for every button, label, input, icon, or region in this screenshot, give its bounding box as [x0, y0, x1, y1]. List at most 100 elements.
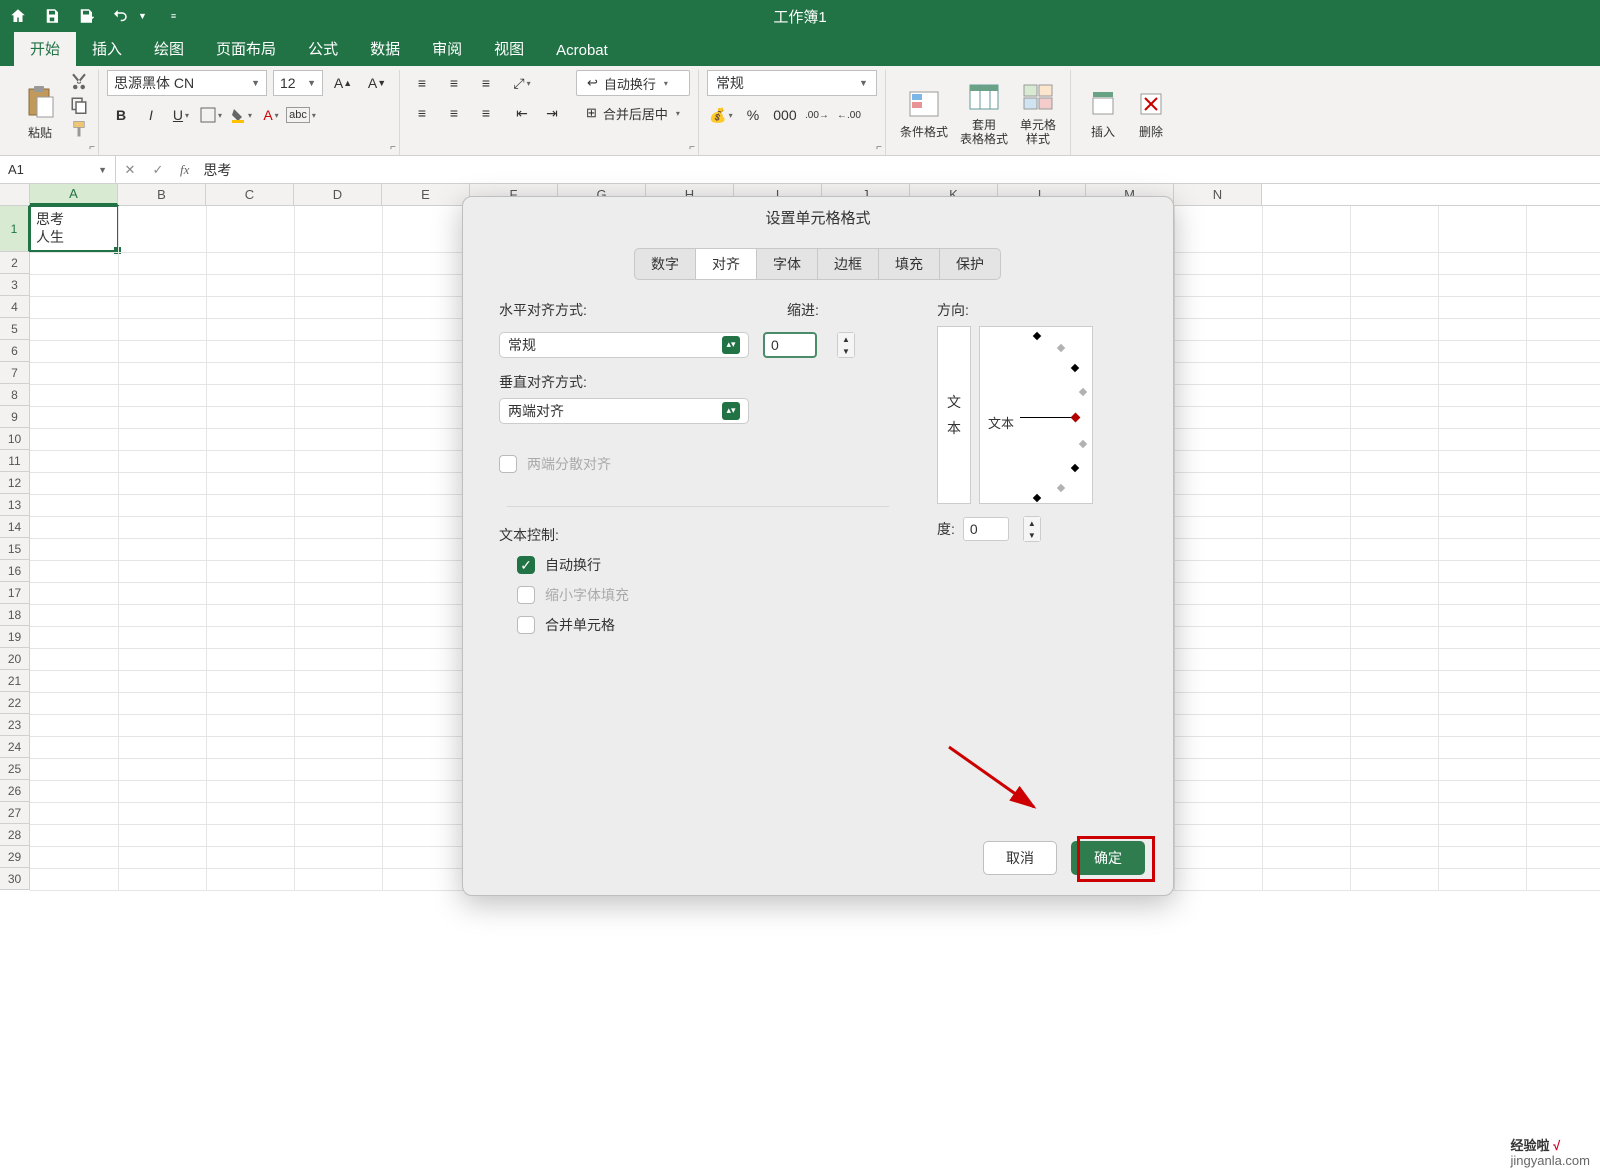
cut-icon[interactable] — [68, 70, 90, 92]
copy-icon[interactable] — [68, 94, 90, 116]
save-as-icon[interactable] — [76, 6, 96, 26]
row-header[interactable]: 30 — [0, 868, 30, 890]
increase-font-icon[interactable]: A▲ — [329, 70, 357, 96]
row-header[interactable]: 1 — [0, 206, 30, 252]
row-header[interactable]: 9 — [0, 406, 30, 428]
dlg-tab-border[interactable]: 边框 — [817, 248, 879, 280]
align-center-icon[interactable]: ≡ — [440, 100, 468, 126]
insert-cells-button[interactable]: 插入 — [1079, 70, 1127, 155]
spin-up-icon[interactable]: ▲ — [1024, 517, 1040, 529]
align-middle-icon[interactable]: ≡ — [440, 70, 468, 96]
column-header[interactable]: C — [206, 184, 294, 205]
format-painter-icon[interactable] — [68, 118, 90, 140]
merge-center-button[interactable]: ⊞合并后居中▾ — [576, 100, 690, 126]
column-header[interactable]: N — [1174, 184, 1262, 205]
dlg-tab-fill[interactable]: 填充 — [878, 248, 940, 280]
h-align-select[interactable]: 常规▴▾ — [499, 332, 749, 358]
row-header[interactable]: 15 — [0, 538, 30, 560]
decrease-indent-icon[interactable]: ⇤ — [508, 100, 536, 126]
phonetic-guide-button[interactable]: abc▾ — [287, 102, 315, 128]
fx-icon[interactable]: fx — [180, 162, 189, 178]
ribbon-tab-data[interactable]: 数据 — [354, 31, 416, 66]
border-button[interactable]: ▾ — [197, 102, 225, 128]
row-header[interactable]: 3 — [0, 274, 30, 296]
dial-indicator-handle[interactable] — [1071, 413, 1081, 423]
table-format-button[interactable]: 套用 表格格式 — [954, 70, 1014, 155]
row-header[interactable]: 11 — [0, 450, 30, 472]
ribbon-tab-draw[interactable]: 绘图 — [138, 31, 200, 66]
spin-up-icon[interactable]: ▲ — [838, 333, 854, 345]
alignment-launcher-icon[interactable]: ⌐ — [689, 142, 695, 153]
ribbon-tab-review[interactable]: 审阅 — [416, 31, 478, 66]
row-header[interactable]: 2 — [0, 252, 30, 274]
row-header[interactable]: 19 — [0, 626, 30, 648]
font-size-combo[interactable]: 12▼ — [273, 70, 323, 96]
select-all-corner[interactable] — [0, 184, 30, 205]
home-icon[interactable] — [8, 6, 28, 26]
row-header[interactable]: 6 — [0, 340, 30, 362]
row-header[interactable]: 25 — [0, 758, 30, 780]
italic-button[interactable]: I — [137, 102, 165, 128]
undo-icon[interactable] — [110, 6, 130, 26]
merge-cells-check[interactable]: 合并单元格 — [517, 615, 897, 635]
row-header[interactable]: 7 — [0, 362, 30, 384]
name-box[interactable]: A1▼ — [0, 156, 116, 183]
formula-input[interactable]: 思考 — [197, 160, 1600, 180]
paste-button[interactable]: 粘贴 — [16, 70, 64, 155]
dlg-tab-alignment[interactable]: 对齐 — [695, 248, 757, 280]
row-header[interactable]: 26 — [0, 780, 30, 802]
comma-format-icon[interactable]: 000 — [771, 102, 799, 128]
orientation-dial[interactable]: 文本 — [979, 326, 1093, 504]
ribbon-tab-layout[interactable]: 页面布局 — [200, 31, 292, 66]
font-name-combo[interactable]: 思源黑体 CN▼ — [107, 70, 267, 96]
conditional-format-button[interactable]: 条件格式 — [894, 70, 954, 155]
dlg-tab-protection[interactable]: 保护 — [939, 248, 1001, 280]
column-header[interactable]: B — [118, 184, 206, 205]
ribbon-tab-view[interactable]: 视图 — [478, 31, 540, 66]
row-header[interactable]: 27 — [0, 802, 30, 824]
row-header[interactable]: 16 — [0, 560, 30, 582]
row-header[interactable]: 23 — [0, 714, 30, 736]
row-header[interactable]: 12 — [0, 472, 30, 494]
row-header[interactable]: 28 — [0, 824, 30, 846]
row-header[interactable]: 10 — [0, 428, 30, 450]
save-icon[interactable] — [42, 6, 62, 26]
dlg-tab-font[interactable]: 字体 — [756, 248, 818, 280]
wrap-text-check[interactable]: ✓ 自动换行 — [517, 555, 897, 575]
degree-spinner[interactable]: ▲▼ — [1023, 516, 1041, 542]
confirm-formula-icon[interactable]: ✓ — [144, 162, 172, 178]
ribbon-tab-insert[interactable]: 插入 — [76, 31, 138, 66]
bold-button[interactable]: B — [107, 102, 135, 128]
row-header[interactable]: 17 — [0, 582, 30, 604]
indent-spinner[interactable]: ▲▼ — [837, 332, 855, 358]
column-header[interactable]: D — [294, 184, 382, 205]
v-align-select[interactable]: 两端对齐▴▾ — [499, 398, 749, 424]
wrap-text-button[interactable]: ↩自动换行▾ — [576, 70, 690, 96]
orientation-button[interactable]: ⤢▾ — [508, 70, 536, 96]
cell-styles-button[interactable]: 单元格 样式 — [1014, 70, 1062, 155]
column-header[interactable]: A — [30, 184, 118, 205]
font-launcher-icon[interactable]: ⌐ — [390, 142, 396, 153]
row-header[interactable]: 5 — [0, 318, 30, 340]
row-header[interactable]: 21 — [0, 670, 30, 692]
fill-color-button[interactable]: ▾ — [227, 102, 255, 128]
row-header[interactable]: 22 — [0, 692, 30, 714]
active-cell[interactable]: 思考 人生 — [29, 205, 119, 252]
ribbon-tab-acrobat[interactable]: Acrobat — [540, 35, 624, 66]
accounting-format-icon[interactable]: 💰▾ — [707, 102, 735, 128]
row-header[interactable]: 20 — [0, 648, 30, 670]
row-header[interactable]: 24 — [0, 736, 30, 758]
delete-cells-button[interactable]: 删除 — [1127, 70, 1175, 155]
row-header[interactable]: 14 — [0, 516, 30, 538]
ribbon-tab-formula[interactable]: 公式 — [292, 31, 354, 66]
align-right-icon[interactable]: ≡ — [472, 100, 500, 126]
qat-customize-icon[interactable]: ≡ — [171, 11, 176, 21]
row-header[interactable]: 13 — [0, 494, 30, 516]
clipboard-launcher-icon[interactable]: ⌐ — [89, 142, 95, 153]
increase-indent-icon[interactable]: ⇥ — [538, 100, 566, 126]
font-color-button[interactable]: A▾ — [257, 102, 285, 128]
number-launcher-icon[interactable]: ⌐ — [876, 142, 882, 153]
undo-dropdown-icon[interactable]: ▼ — [138, 11, 147, 21]
align-bottom-icon[interactable]: ≡ — [472, 70, 500, 96]
indent-input[interactable]: 0 — [763, 332, 817, 358]
